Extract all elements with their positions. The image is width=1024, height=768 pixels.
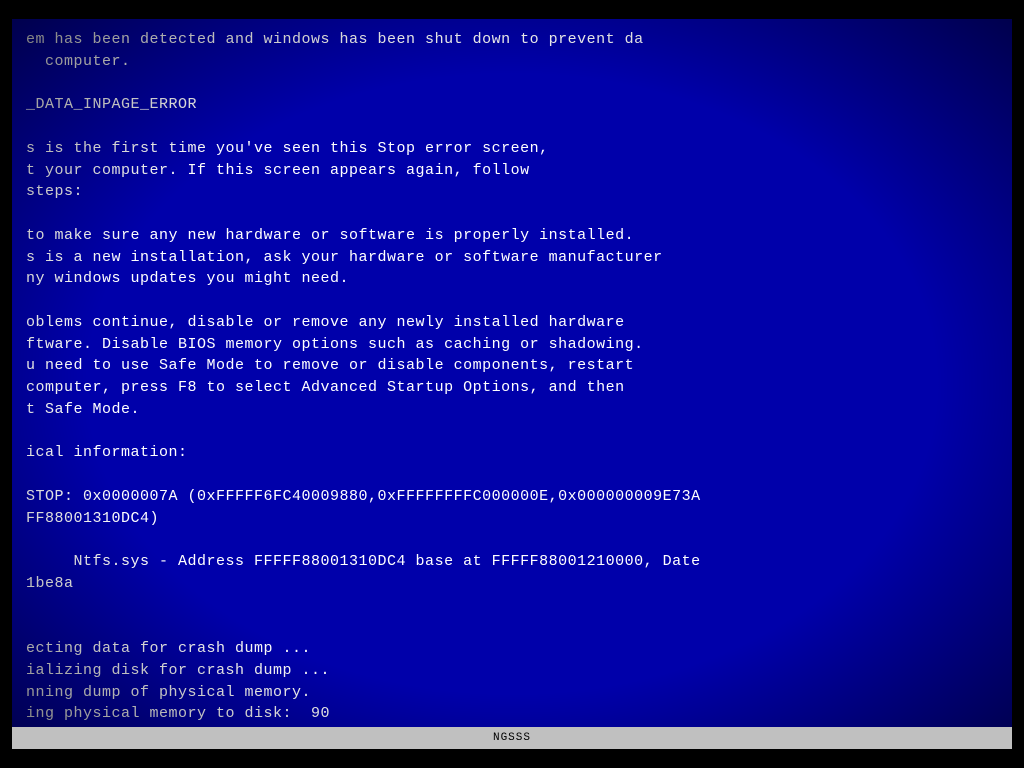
bottom-bar: NGSSS [12,727,1012,749]
bottom-bar-text: NGSSS [493,732,531,744]
bsod-text: em has been detected and windows has bee… [26,29,998,725]
bsod-screen: em has been detected and windows has bee… [12,19,1012,749]
screen-bezel: em has been detected and windows has bee… [0,0,1024,768]
